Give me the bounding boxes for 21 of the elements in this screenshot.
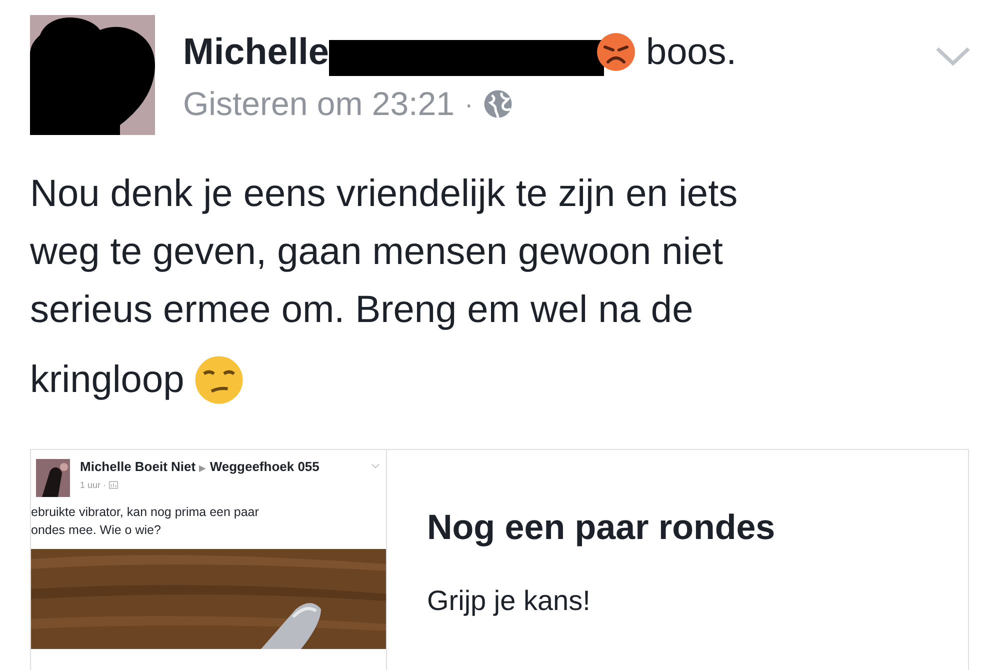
feeling-text: boos.: [646, 31, 737, 73]
chevron-down-icon: [934, 45, 972, 67]
link-description: Grijp je kans!: [427, 585, 592, 617]
link-card[interactable]: Michelle Boeit Niet ▶ Weggeefhoek 055 1 uur · ebruikte vibrator, kan nog prima een paar ondes mee. Wie o wie? Nog een paar rondes Grijp je kans!: [30, 449, 969, 670]
post-text: serieus ermee om. Breng em wel na de: [30, 288, 694, 333]
chevron-down-icon: [371, 463, 380, 469]
group-icon: [109, 481, 118, 489]
post-author-line: Michelle Boeit Niet ▶ Weggeefhoek 055: [80, 459, 320, 476]
post-time: 1 uur ·: [80, 480, 106, 490]
post-text: weg te geven, gaan mensen gewoon niet: [30, 230, 723, 275]
post-text: kringloop: [30, 358, 184, 403]
author-name: Michelle: [183, 31, 329, 73]
post-text: ondes mee. Wie o wie?: [31, 522, 162, 539]
angry-emoji-icon: [596, 32, 636, 72]
separator-dot: ·: [464, 88, 474, 120]
link-title: Nog een paar rondes: [427, 508, 776, 548]
unamused-emoji-icon: [194, 355, 244, 405]
post-text: Nou denk je eens vriendelijk te zijn en iets: [30, 172, 738, 217]
globe-icon: [483, 89, 514, 119]
post-time: Gisteren om 23:21: [183, 85, 454, 123]
post-text: ebruikte vibrator, kan nog prima een paar: [31, 504, 260, 521]
